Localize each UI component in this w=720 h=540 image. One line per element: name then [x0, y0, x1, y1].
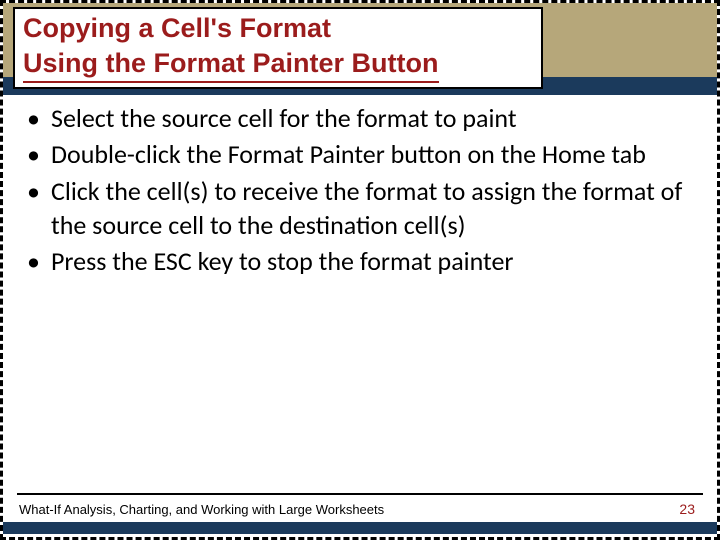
page-number: 23 [679, 501, 695, 517]
list-item: Click the cell(s) to receive the format … [25, 174, 687, 243]
bullet-list: Select the source cell for the format to… [25, 101, 687, 279]
title-line-2-text: Using the Format Painter Button [23, 46, 439, 83]
slide: Copying a Cell's Format Using the Format… [0, 0, 720, 540]
title-box: Copying a Cell's Format Using the Format… [13, 7, 543, 89]
footer-divider [17, 493, 703, 495]
body-content: Select the source cell for the format to… [25, 101, 687, 467]
title-line-2: Using the Format Painter Button [23, 46, 533, 83]
list-item: Double-click the Format Painter button o… [25, 137, 687, 171]
list-item: Select the source cell for the format to… [25, 101, 687, 135]
footer-text: What-If Analysis, Charting, and Working … [19, 502, 384, 517]
list-item: Press the ESC key to stop the format pai… [25, 244, 687, 278]
footer-bar [3, 522, 717, 534]
title-line-1: Copying a Cell's Format [23, 11, 533, 46]
